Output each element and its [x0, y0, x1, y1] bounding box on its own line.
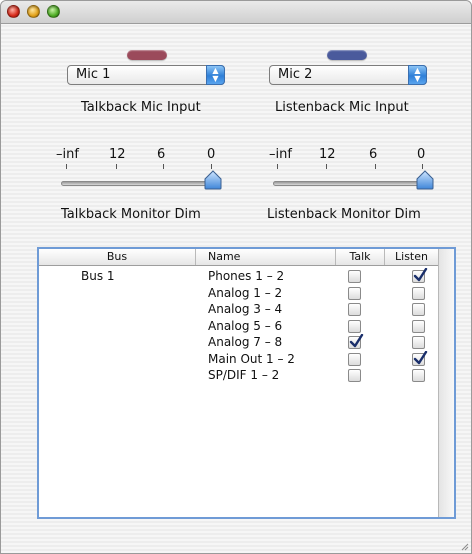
slider-tick [211, 164, 212, 169]
talk-checkbox[interactable] [348, 319, 361, 333]
talkback-monitor-dim-label: Talkback Monitor Dim [61, 207, 201, 222]
bus-routing-table[interactable]: Bus Name Talk Listen Bus 1 Phones 1 – 2 A… [37, 247, 456, 519]
talkback-mic-input-label: Talkback Mic Input [81, 100, 201, 115]
table-row-name: Analog 7 – 8 [208, 335, 283, 349]
resize-grip-icon[interactable] [459, 541, 469, 551]
tick-label-inf: –inf [56, 147, 79, 162]
vertical-scrollbar[interactable] [438, 249, 454, 517]
listenback-monitor-dim-label: Listenback Monitor Dim [267, 207, 421, 222]
talk-checkbox[interactable] [348, 303, 361, 316]
table-row-name: Analog 5 – 6 [208, 318, 283, 333]
listenback-mic-input-label: Listenback Mic Input [275, 100, 409, 115]
tick-label-12: 12 [319, 147, 336, 162]
listen-checkbox[interactable] [412, 336, 425, 349]
slider-tick [375, 164, 376, 169]
tick-label-6: 6 [369, 147, 378, 162]
close-button[interactable] [7, 5, 20, 18]
window: Mic 1 ▲ ▼ Talkback Mic Input Mic 2 ▲ ▼ Lis… [0, 0, 472, 554]
listen-checkbox[interactable] [412, 303, 425, 316]
listen-checkbox[interactable] [412, 369, 425, 382]
slider-tick [66, 164, 67, 169]
listenback-dim-slider-track[interactable] [273, 181, 429, 186]
talkback-indicator-led [127, 50, 167, 60]
table-row-name: Analog 1 – 2 [208, 285, 283, 300]
talk-checkbox[interactable] [348, 334, 364, 349]
listen-checkbox[interactable] [412, 350, 428, 366]
listen-checkbox[interactable] [412, 286, 425, 300]
listenback-mic-select[interactable]: Mic 2 ▲ ▼ [269, 65, 427, 85]
column-header-bus[interactable]: Bus [39, 249, 196, 265]
tick-label-0: 0 [207, 147, 216, 162]
table-row-name: Phones 1 – 2 [208, 269, 285, 283]
column-header-talk[interactable]: Talk [336, 249, 385, 265]
table-row-name: Analog 3 – 4 [208, 302, 283, 316]
title-bar[interactable] [1, 1, 471, 24]
tick-label-6: 6 [157, 147, 166, 162]
talk-checkbox[interactable] [348, 286, 361, 300]
table-row-name: Main Out 1 – 2 [208, 351, 295, 366]
talkback-mic-select-value: Mic 1 [76, 67, 111, 82]
tick-label-12: 12 [109, 147, 126, 162]
talk-checkbox[interactable] [348, 352, 361, 366]
zoom-button[interactable] [47, 5, 60, 18]
talkback-mic-select[interactable]: Mic 1 ▲ ▼ [67, 65, 225, 85]
talk-checkbox[interactable] [348, 369, 361, 382]
table-row-name: SP/DIF 1 – 2 [208, 368, 280, 382]
tick-label-inf: –inf [269, 147, 292, 162]
slider-tick [326, 164, 327, 169]
listen-checkbox[interactable] [412, 319, 425, 333]
column-header-listen[interactable]: Listen [385, 249, 438, 265]
column-header-name[interactable]: Name [196, 249, 336, 265]
bus-cell: Bus 1 [81, 269, 115, 283]
table-header: Bus Name Talk Listen [39, 249, 438, 266]
slider-tick [422, 164, 423, 169]
talkback-dim-slider-track[interactable] [61, 181, 217, 186]
popup-arrows-icon: ▲ ▼ [408, 65, 427, 85]
slider-tick [116, 164, 117, 169]
listenback-indicator-led [327, 50, 367, 60]
listenback-mic-select-value: Mic 2 [278, 67, 313, 82]
slider-tick [277, 164, 278, 169]
listen-checkbox[interactable] [412, 268, 428, 283]
slider-tick [163, 164, 164, 169]
popup-arrows-icon: ▲ ▼ [206, 65, 225, 85]
listenback-dim-slider-knob[interactable] [416, 170, 434, 190]
talkback-dim-slider-knob[interactable] [204, 170, 222, 190]
minimize-button[interactable] [27, 5, 40, 18]
tick-label-0: 0 [417, 147, 426, 162]
talk-checkbox[interactable] [348, 270, 361, 283]
